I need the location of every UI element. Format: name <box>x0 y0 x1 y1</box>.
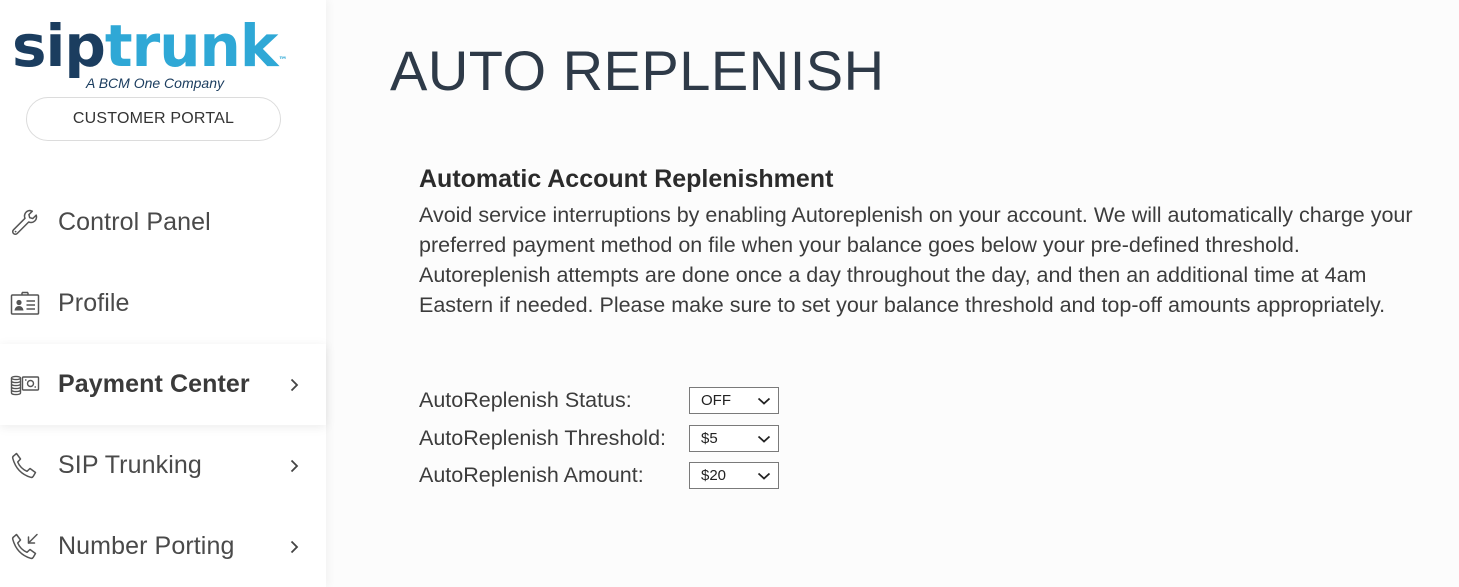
sidebar-nav: Control Panel Profile Payment Center SIP… <box>0 182 326 587</box>
threshold-select[interactable]: $5 <box>689 424 779 452</box>
app: siptrunk™ A BCM One Company CUSTOMER POR… <box>0 0 1459 587</box>
amount-label: AutoReplenish Amount: <box>419 463 644 488</box>
chevron-right-icon <box>286 458 302 474</box>
amount-select[interactable]: $20 <box>689 462 779 490</box>
amount-value: $20 <box>701 467 727 485</box>
sidebar-item-profile[interactable]: Profile <box>0 263 326 344</box>
siptrunk-logo[interactable]: siptrunk™ A BCM One Company <box>12 14 302 94</box>
payment-icon <box>8 368 42 402</box>
id-card-icon <box>8 287 42 321</box>
wrench-icon <box>8 206 42 240</box>
chevron-down-icon <box>757 435 771 443</box>
threshold-row: AutoReplenish Threshold: $5 <box>419 420 779 458</box>
amount-row: AutoReplenish Amount: $20 <box>419 457 779 495</box>
sidebar-item-number-porting[interactable]: Number Porting <box>0 506 326 587</box>
phone-icon <box>8 449 42 483</box>
logo-sip-text: sip <box>12 12 106 80</box>
sidebar-item-sip-trunking[interactable]: SIP Trunking <box>0 425 326 506</box>
sidebar-item-label: Payment Center <box>58 370 250 398</box>
chevron-right-icon <box>286 539 302 555</box>
chevron-down-icon <box>757 473 771 480</box>
sidebar-item-label: Profile <box>58 289 130 317</box>
replenish-info-section: Automatic Account Replenishment Avoid se… <box>419 164 1439 320</box>
sidebar-item-payment-center[interactable]: Payment Center <box>0 344 326 425</box>
chevron-right-icon <box>286 377 302 393</box>
logo-trunk-text: trunk <box>104 12 278 80</box>
threshold-value: $5 <box>701 429 718 447</box>
threshold-label: AutoReplenish Threshold: <box>419 425 667 450</box>
replenish-form: AutoReplenish Status: OFF AutoReplenish … <box>419 382 779 495</box>
sidebar-item-label: Number Porting <box>58 532 235 560</box>
main-content: AUTO REPLENISH Automatic Account Repleni… <box>326 0 1459 587</box>
logo-tagline: A BCM One Company <box>86 75 224 91</box>
status-row: AutoReplenish Status: OFF <box>419 382 779 420</box>
chevron-down-icon <box>757 398 771 405</box>
customer-portal-button[interactable]: CUSTOMER PORTAL <box>26 97 281 141</box>
status-select[interactable]: OFF <box>689 387 779 415</box>
sidebar-item-control-panel[interactable]: Control Panel <box>0 182 326 263</box>
page-title: AUTO REPLENISH <box>390 39 885 102</box>
status-value: OFF <box>701 392 731 410</box>
trademark-symbol: ™ <box>278 56 287 66</box>
phone-incoming-icon <box>8 530 42 564</box>
section-heading: Automatic Account Replenishment <box>419 165 834 193</box>
status-label: AutoReplenish Status: <box>419 388 632 413</box>
sidebar-item-label: Control Panel <box>58 208 211 236</box>
sidebar: siptrunk™ A BCM One Company CUSTOMER POR… <box>0 0 326 587</box>
sidebar-item-label: SIP Trunking <box>58 451 202 479</box>
section-description: Avoid service interruptions by enabling … <box>419 203 1413 317</box>
